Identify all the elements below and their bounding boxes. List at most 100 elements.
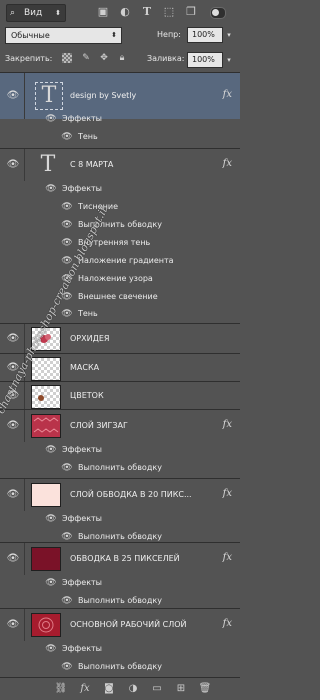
fill-dropdown-icon[interactable]: ▾ [224, 53, 234, 67]
effect-eye-icon[interactable]: 👁︎ [60, 661, 74, 673]
layer-name[interactable]: design by Svetly [70, 90, 136, 102]
lock-bar: Закрепить: ✎ ✥ 🔒︎ Заливка: 100% ▾ [0, 46, 240, 73]
fx-icon[interactable]: fx [223, 552, 232, 564]
effect-item: 👁︎ Тень [0, 305, 240, 323]
fill-field[interactable]: 100% [187, 52, 223, 68]
effect-eye-icon[interactable]: 👁︎ [60, 201, 74, 213]
effect-name: Выполнить обводку [78, 463, 162, 472]
layer-name[interactable]: ОРХИДЕЯ [70, 333, 109, 345]
effects-label: Эффекты [62, 445, 102, 454]
shape-filter-icon[interactable]: ⬚ [162, 5, 176, 19]
zigzag-thumbnail-icon [33, 417, 59, 433]
add-mask-icon[interactable]: ◙ [102, 682, 116, 696]
opacity-field[interactable]: 100% [187, 27, 223, 43]
effect-eye-icon[interactable]: 👁︎ [44, 113, 58, 125]
layer-name[interactable]: С 8 МАРТА [70, 159, 113, 171]
effect-eye-icon[interactable]: 👁︎ [60, 219, 74, 231]
effect-eye-icon[interactable]: 👁︎ [44, 444, 58, 456]
image-filter-icon[interactable]: ▣ [96, 5, 110, 19]
fill-label: Заливка: [147, 54, 185, 63]
effect-eye-icon[interactable]: 👁︎ [44, 183, 58, 195]
effect-eye-icon[interactable]: 👁︎ [44, 577, 58, 589]
effects-label: Эффекты [62, 644, 102, 653]
layer-thumbnail [31, 547, 61, 571]
layer-row[interactable]: 👁︎ T С 8 МАРТА fx [0, 148, 240, 181]
effect-eye-icon[interactable]: 👁︎ [44, 643, 58, 655]
layer-name[interactable]: МАСКА [70, 362, 99, 374]
filter-bar: ⌕ Вид ⬍ ▣ ◐ T ⬚ ❐ [0, 0, 240, 25]
effect-name: Тень [78, 309, 98, 318]
layer-row[interactable]: 👁︎ ОСНОВНОЙ РАБОЧИЙ СЛОЙ fx [0, 608, 240, 641]
smart-object-filter-icon[interactable]: ❐ [184, 5, 198, 19]
effect-eye-icon[interactable]: 👁︎ [44, 513, 58, 525]
lock-pixels-icon[interactable]: ✎ [80, 52, 92, 64]
layer-name[interactable]: ЦВЕТОК [70, 390, 104, 402]
opacity-dropdown-icon[interactable]: ▾ [224, 28, 234, 42]
effect-eye-icon[interactable]: 👁︎ [60, 308, 74, 320]
effects-label: Эффекты [62, 114, 102, 123]
layers-panel: ⌕ Вид ⬍ ▣ ◐ T ⬚ ❐ Обычные ⬍ Непр: 100% ▾… [0, 0, 240, 700]
filter-kind-label: Вид [24, 8, 43, 18]
visibility-eye-icon[interactable]: 👁︎ [4, 331, 22, 347]
visibility-eye-icon[interactable]: 👁︎ [4, 617, 22, 633]
link-layers-icon[interactable]: ⛓ [54, 682, 68, 696]
layer-name[interactable]: ОСНОВНОЙ РАБОЧИЙ СЛОЙ [70, 619, 186, 631]
new-layer-icon[interactable]: ⊞ [174, 682, 188, 696]
fx-icon[interactable]: fx [223, 158, 232, 170]
effect-eye-icon[interactable]: 👁︎ [60, 131, 74, 143]
effect-item: 👁︎ Выполнить обводку [0, 216, 240, 234]
fx-icon[interactable]: fx [223, 488, 232, 500]
visibility-eye-icon[interactable]: 👁︎ [4, 418, 22, 434]
effect-eye-icon[interactable]: 👁︎ [60, 595, 74, 607]
effect-item: 👁︎ Наложение узора [0, 270, 240, 288]
effects-group: 👁︎ Эффекты [0, 441, 240, 459]
lock-label: Закрепить: [5, 54, 53, 63]
layer-name[interactable]: ОБВОДКА В 25 ПИКСЕЛЕЙ [70, 553, 180, 565]
visibility-eye-icon[interactable]: 👁︎ [4, 551, 22, 567]
effects-group: 👁︎ Эффекты [0, 180, 240, 198]
add-style-icon[interactable]: fx [78, 682, 92, 696]
layer-thumbnail [31, 357, 61, 381]
effects-label: Эффекты [62, 514, 102, 523]
effect-eye-icon[interactable]: 👁︎ [60, 462, 74, 474]
layer-row[interactable]: 👁︎ СЛОЙ ОБВОДКА В 20 ПИКС... fx [0, 478, 240, 511]
blend-mode-select[interactable]: Обычные ⬍ [5, 27, 122, 44]
layer-row[interactable]: 👁︎ МАСКА [0, 353, 240, 382]
visibility-eye-icon[interactable]: 👁︎ [4, 487, 22, 503]
fx-icon[interactable]: fx [223, 89, 232, 101]
layer-name[interactable]: СЛОЙ ОБВОДКА В 20 ПИКС... [70, 489, 192, 501]
blend-mode-value: Обычные [11, 31, 50, 40]
filter-toggle[interactable] [210, 7, 226, 19]
chevron-updown-icon: ⬍ [111, 31, 117, 39]
layer-row[interactable]: 👁︎ ОБВОДКА В 25 ПИКСЕЛЕЙ fx [0, 542, 240, 575]
effect-item: 👁︎ Тиснение [0, 198, 240, 216]
effects-group: 👁︎ Эффекты [0, 510, 240, 528]
layer-row[interactable]: 👁︎ СЛОЙ ЗИГЗАГ fx [0, 409, 240, 442]
layer-name[interactable]: СЛОЙ ЗИГЗАГ [70, 420, 128, 432]
visibility-eye-icon[interactable]: 👁︎ [4, 88, 22, 104]
lock-all-icon[interactable]: 🔒︎ [116, 52, 128, 64]
opacity-value: 100% [192, 30, 215, 39]
fx-icon[interactable]: fx [223, 618, 232, 630]
effect-item: 👁︎ Наложение градиента [0, 252, 240, 270]
visibility-eye-icon[interactable]: 👁︎ [4, 157, 22, 173]
trash-icon[interactable]: 🗑︎ [198, 682, 212, 696]
layer-thumbnail [31, 613, 61, 637]
layer-thumbnail [31, 483, 61, 507]
lock-transparency-icon[interactable] [62, 53, 72, 63]
effect-item: 👁︎ Тень [0, 128, 240, 146]
fx-icon[interactable]: fx [223, 419, 232, 431]
new-group-icon[interactable]: ▭ [150, 682, 164, 696]
effects-group: 👁︎ Эффекты [0, 574, 240, 592]
lock-position-icon[interactable]: ✥ [98, 52, 110, 64]
effects-group: 👁︎ Эффекты [0, 110, 240, 128]
adjustment-filter-icon[interactable]: ◐ [118, 5, 132, 19]
filter-kind-select[interactable]: ⌕ Вид ⬍ [6, 4, 66, 22]
flower-thumbnail-icon [38, 395, 44, 401]
layer-row[interactable]: 👁︎ ЦВЕТОК [0, 381, 240, 410]
chevron-updown-icon: ⬍ [55, 9, 61, 17]
layer-thumbnail [31, 385, 61, 409]
type-filter-icon[interactable]: T [140, 5, 154, 19]
effect-eye-icon[interactable]: 👁︎ [60, 237, 74, 249]
adjustment-layer-icon[interactable]: ◑ [126, 682, 140, 696]
